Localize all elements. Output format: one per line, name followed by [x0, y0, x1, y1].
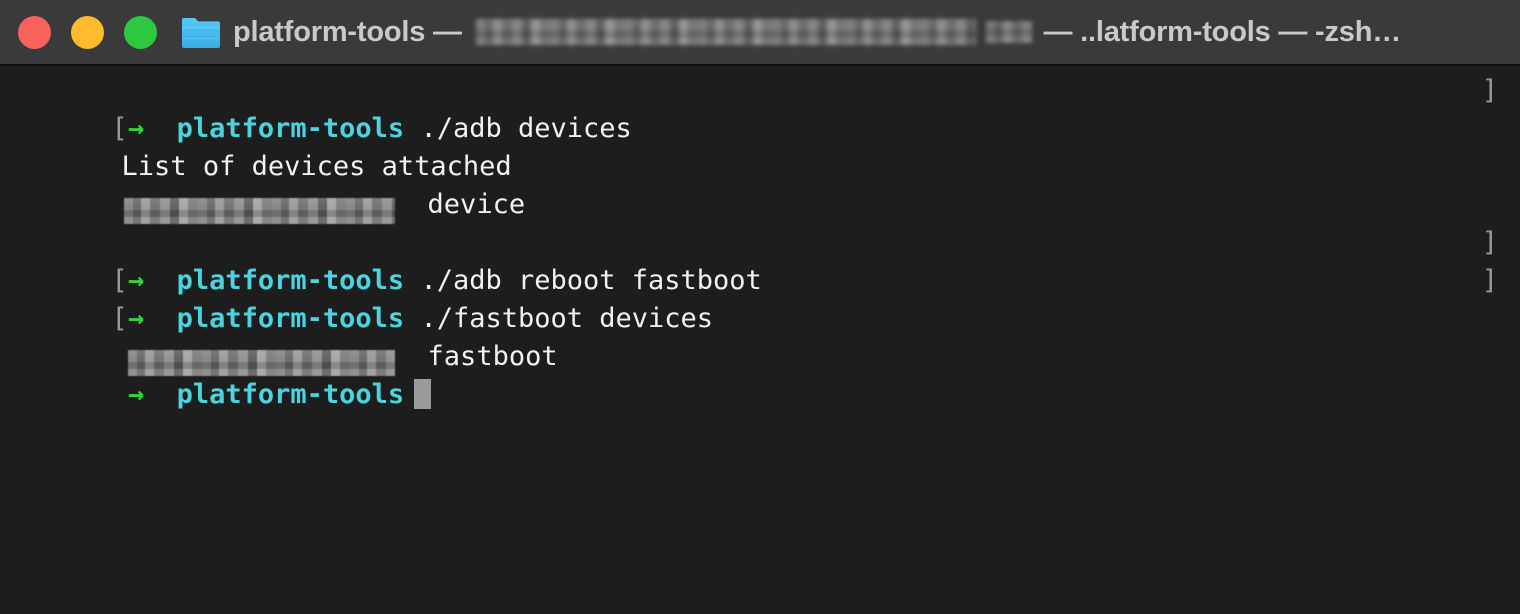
terminal-line: [→ platform-tools ./adb devices ]: [0, 72, 1520, 144]
prompt-bracket-close: ]: [1481, 265, 1498, 296]
prompt-arrow: →: [127, 379, 145, 410]
folder-icon: [181, 15, 221, 49]
title-text: platform-tools — — ..latform-tools — -zs…: [233, 16, 1401, 49]
traffic-lights: [0, 15, 157, 49]
terminal-line: [→ platform-tools ./fastboot devices ]: [0, 262, 1520, 334]
title-shell: -zsh…: [1315, 15, 1402, 48]
prompt-path: platform-tools: [176, 379, 405, 410]
terminal-line-blank: [0, 186, 1520, 224]
title-shortened-path: ..latform-tools: [1080, 15, 1271, 48]
terminal-line: fastboot: [0, 300, 1520, 376]
minimize-button[interactable]: [71, 15, 104, 49]
prompt-bracket-close: ]: [1481, 227, 1498, 258]
title-separator-3: —: [1270, 15, 1316, 48]
title-prefix: platform-tools: [233, 15, 426, 48]
terminal-line: device: [0, 148, 1520, 224]
prompt-bracket-close: ]: [1481, 75, 1498, 106]
title-redacted-path: [475, 19, 976, 45]
title-separator-1: —: [425, 15, 470, 48]
text-cursor[interactable]: [414, 379, 432, 409]
close-button[interactable]: [18, 15, 51, 49]
terminal-output-area[interactable]: [→ platform-tools ./adb devices ] List o…: [0, 66, 1520, 614]
title-redacted-path-tail: [985, 21, 1032, 43]
window-title: platform-tools — — ..latform-tools — -zs…: [181, 15, 1520, 49]
title-bar[interactable]: platform-tools — — ..latform-tools — -zs…: [0, 0, 1520, 66]
zoom-button[interactable]: [124, 15, 157, 49]
terminal-window: platform-tools — — ..latform-tools — -zs…: [0, 0, 1520, 614]
terminal-line: [→ platform-tools ./adb reboot fastboot …: [0, 224, 1520, 296]
terminal-line: List of devices attached: [0, 110, 1520, 182]
title-separator-2: —: [1035, 15, 1081, 48]
terminal-line-active[interactable]: [→ platform-tools: [0, 338, 1520, 410]
